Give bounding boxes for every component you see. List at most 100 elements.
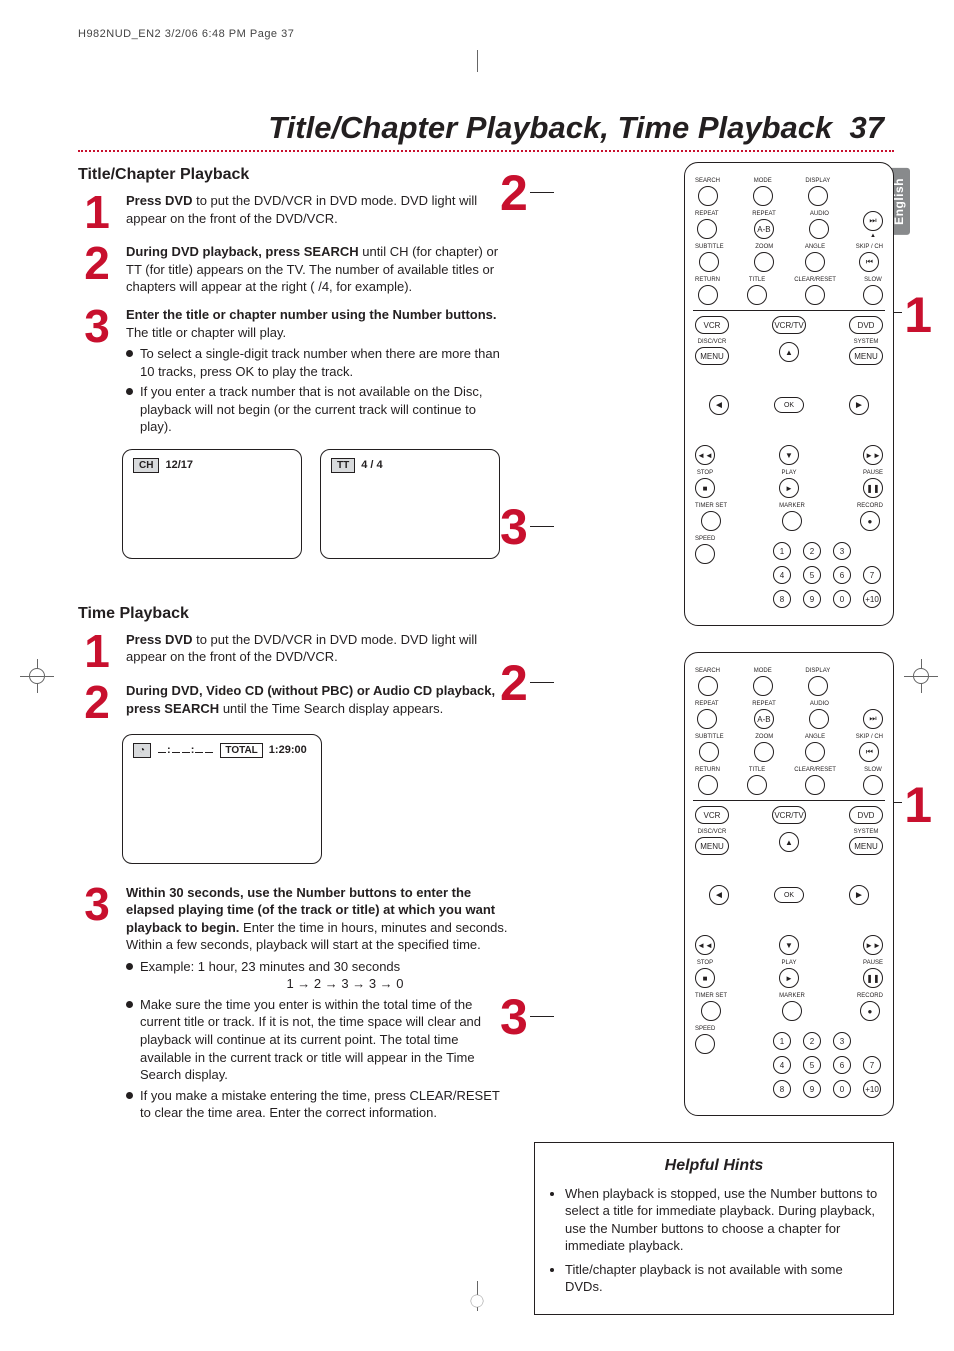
time-placeholder: :: (157, 744, 214, 756)
list-item: When playback is stopped, use the Number… (565, 1185, 879, 1255)
section-b-step-2: 2 During DVD, Video CD (without PBC) or … (78, 682, 510, 723)
vcr-source-button: VCR (695, 806, 729, 824)
mode-button (753, 676, 773, 696)
manual-page: H982NUD_EN2 3/2/06 6:48 PM Page 37 Title… (0, 0, 954, 1351)
callout-3: 3 (500, 992, 528, 1042)
section-heading-time: Time Playback (78, 605, 510, 623)
left-arrow-icon: ◄ (709, 885, 729, 905)
num-0-button: 0 (833, 1080, 851, 1098)
audio-button (809, 219, 829, 239)
repeat-ab-button: A-B (754, 709, 774, 729)
number-pad: 1 2 3 4 5 6 7 8 9 0 +10 (715, 1032, 883, 1098)
num-5-button: 5 (803, 566, 821, 584)
callout-1: 1 (904, 780, 932, 830)
num-9-button: 9 (803, 590, 821, 608)
up-arrow-icon: ▲ (779, 342, 799, 362)
record-icon: ● (860, 1001, 880, 1021)
step3-text: The title or chapter will play. (126, 325, 286, 340)
subtitle-button (699, 252, 719, 272)
ok-button: OK (774, 887, 804, 903)
repeat-button (697, 709, 717, 729)
stepb3-bullets: Example: 1 hour, 23 minutes and 30 secon… (126, 958, 510, 1122)
osd-badge-tt: TT (331, 458, 355, 473)
stop-icon: ■ (695, 968, 715, 988)
list-item: Title/chapter playback is not available … (565, 1261, 879, 1296)
registration-mark-right (904, 659, 938, 693)
skip-next-icon: ⏭ (863, 709, 883, 729)
search-button (698, 186, 718, 206)
diagram-column: 2 1 3 SEARCH MODE DISPLAY REPEAT REPEATA… (534, 162, 894, 1315)
num-3-button: 3 (833, 542, 851, 560)
section-a-step-2: 2 During DVD playback, press SEARCH unti… (78, 243, 510, 296)
step1-bold: Press DVD (126, 193, 192, 208)
print-header: H982NUD_EN2 3/2/06 6:48 PM Page 37 (78, 28, 894, 40)
num-1-button: 1 (773, 1032, 791, 1050)
osd-time-example: ◔ :: TOTAL 1:29:00 (122, 734, 322, 864)
page-title: Title/Chapter Playback, Time Playback (268, 110, 832, 145)
subtitle-button (699, 742, 719, 762)
left-arrow-icon: ◄ (709, 395, 729, 415)
num-plus10-button: +10 (863, 1080, 881, 1098)
example-sequence: 1 → 2 → 3 → 3 → 0 (140, 975, 510, 993)
osd-value-tt: 4 / 4 (361, 459, 382, 471)
num-2-button: 2 (803, 1032, 821, 1050)
down-arrow-icon: ▼ (779, 445, 799, 465)
osd-examples-a: CH 12/17 TT 4 / 4 (122, 449, 510, 559)
osd-value-ch: 12/17 (165, 459, 193, 471)
step-number-3: 3 (78, 884, 116, 1125)
stop-icon: ■ (695, 478, 715, 498)
skip-next-icon: ⏭ (863, 211, 883, 231)
vcr-source-button: VCR (695, 316, 729, 334)
list-item: Make sure the time you enter is within t… (126, 996, 510, 1084)
num-1-button: 1 (773, 542, 791, 560)
num-9-button: 9 (803, 1080, 821, 1098)
content-column: Title/Chapter Playback 1 Press DVD to pu… (78, 162, 510, 1315)
return-button (698, 285, 718, 305)
timer-set-button (701, 511, 721, 531)
record-icon: ● (860, 511, 880, 531)
num-plus10-button: +10 (863, 590, 881, 608)
stepb2-text: until the Time Search display appears. (219, 701, 443, 716)
step2-bold: During DVD playback, press SEARCH (126, 244, 359, 259)
zoom-button (754, 742, 774, 762)
list-item: If you make a mistake entering the time,… (126, 1087, 510, 1122)
step-number-2: 2 (78, 682, 116, 723)
clear-reset-button (805, 285, 825, 305)
marker-button (782, 1001, 802, 1021)
osd-total-value: 1:29:00 (269, 744, 307, 756)
rewind-icon: ◄◄ (695, 445, 715, 465)
section-heading-title-chapter: Title/Chapter Playback (78, 166, 510, 184)
callout-2: 2 (500, 168, 528, 218)
num-8-button: 8 (773, 1080, 791, 1098)
step-number-2: 2 (78, 243, 116, 296)
speed-button (695, 1034, 715, 1054)
step-number-1: 1 (78, 631, 116, 672)
angle-button (805, 742, 825, 762)
crop-mark-bottom (457, 1271, 497, 1311)
dvd-source-button: DVD (849, 316, 883, 334)
section-a-step-3: 3 Enter the title or chapter number usin… (78, 306, 510, 439)
search-button (698, 676, 718, 696)
display-button (808, 186, 828, 206)
list-item: If you enter a track number that is not … (126, 383, 510, 436)
crop-mark-top (457, 60, 497, 100)
audio-button (809, 709, 829, 729)
vcrtv-source-button: VCR/TV (772, 806, 806, 824)
disc-vcr-menu-button: MENU (695, 837, 729, 855)
slow-button (863, 775, 883, 795)
nav-pad: OK ◄ ► (695, 860, 883, 930)
display-button (808, 676, 828, 696)
remote-control-illustration: SEARCH MODE DISPLAY REPEAT REPEATA-B AUD… (684, 162, 894, 626)
title-underline (78, 150, 894, 152)
disc-vcr-menu-button: MENU (695, 347, 729, 365)
system-menu-button: MENU (849, 347, 883, 365)
system-menu-button: MENU (849, 837, 883, 855)
dvd-source-button: DVD (849, 806, 883, 824)
osd-badge-ch: CH (133, 458, 159, 473)
play-icon: ► (779, 478, 799, 498)
step-number-1: 1 (78, 192, 116, 233)
osd-title-example: TT 4 / 4 (320, 449, 500, 559)
remote-diagram-b: 2 1 3 SEARCH MODE DISPLAY REPEAT REPEATA… (534, 652, 894, 1116)
num-6-button: 6 (833, 1056, 851, 1074)
step-number-3: 3 (78, 306, 116, 439)
